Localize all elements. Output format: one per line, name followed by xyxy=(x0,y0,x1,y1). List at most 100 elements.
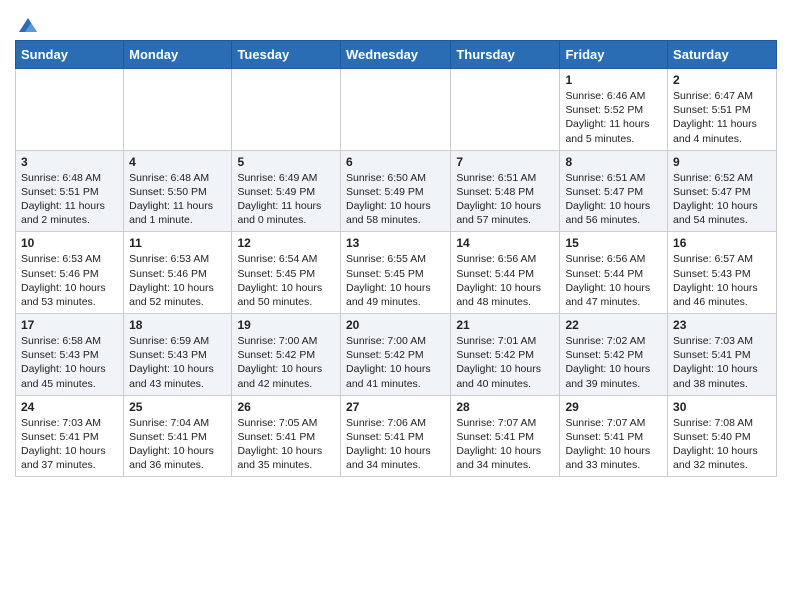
day-info: Sunrise: 6:53 AM Sunset: 5:46 PM Dayligh… xyxy=(129,252,226,309)
day-info: Sunrise: 6:51 AM Sunset: 5:48 PM Dayligh… xyxy=(456,171,554,228)
day-info: Sunrise: 7:01 AM Sunset: 5:42 PM Dayligh… xyxy=(456,334,554,391)
day-number: 15 xyxy=(565,236,662,250)
day-number: 9 xyxy=(673,155,771,169)
calendar-cell: 16 Sunrise: 6:57 AM Sunset: 5:43 PM Dayli… xyxy=(668,232,777,314)
calendar-cell: 27 Sunrise: 7:06 AM Sunset: 5:41 PM Dayli… xyxy=(340,395,450,477)
day-of-week-header: Thursday xyxy=(451,41,560,69)
day-info: Sunrise: 7:00 AM Sunset: 5:42 PM Dayligh… xyxy=(237,334,335,391)
calendar-cell xyxy=(340,69,450,151)
day-number: 14 xyxy=(456,236,554,250)
day-of-week-header: Saturday xyxy=(668,41,777,69)
calendar-cell xyxy=(232,69,341,151)
day-info: Sunrise: 6:50 AM Sunset: 5:49 PM Dayligh… xyxy=(346,171,445,228)
calendar-cell: 23Sunrise: 7:03 AM Sunset: 5:41 PM Dayli… xyxy=(668,314,777,396)
day-info: Sunrise: 6:56 AM Sunset: 5:44 PM Dayligh… xyxy=(456,252,554,309)
day-number: 2 xyxy=(673,73,771,87)
day-info: Sunrise: 6:56 AM Sunset: 5:44 PM Dayligh… xyxy=(565,252,662,309)
day-number: 20 xyxy=(346,318,445,332)
day-number: 19 xyxy=(237,318,335,332)
day-info: Sunrise: 6:47 AM Sunset: 5:51 PM Dayligh… xyxy=(673,89,771,146)
calendar-cell: 5Sunrise: 6:49 AM Sunset: 5:49 PM Daylig… xyxy=(232,150,341,232)
day-number: 29 xyxy=(565,400,662,414)
calendar-cell xyxy=(124,69,232,151)
day-number: 10 xyxy=(21,236,118,250)
day-number: 30 xyxy=(673,400,771,414)
day-of-week-header: Wednesday xyxy=(340,41,450,69)
day-info: Sunrise: 7:04 AM Sunset: 5:41 PM Dayligh… xyxy=(129,416,226,473)
calendar-cell: 1 Sunrise: 6:46 AM Sunset: 5:52 PM Daylig… xyxy=(560,69,668,151)
calendar-cell: 13 Sunrise: 6:55 AM Sunset: 5:45 PM Dayli… xyxy=(340,232,450,314)
calendar-cell: 7 Sunrise: 6:51 AM Sunset: 5:48 PM Daylig… xyxy=(451,150,560,232)
day-info: Sunrise: 7:07 AM Sunset: 5:41 PM Dayligh… xyxy=(456,416,554,473)
day-info: Sunrise: 6:51 AM Sunset: 5:47 PM Dayligh… xyxy=(565,171,662,228)
day-number: 21 xyxy=(456,318,554,332)
day-info: Sunrise: 7:00 AM Sunset: 5:42 PM Dayligh… xyxy=(346,334,445,391)
calendar-cell: 17 Sunrise: 6:58 AM Sunset: 5:43 PM Dayli… xyxy=(16,314,124,396)
calendar-cell: 30 Sunrise: 7:08 AM Sunset: 5:40 PM Dayli… xyxy=(668,395,777,477)
logo xyxy=(15,14,39,32)
day-of-week-header: Tuesday xyxy=(232,41,341,69)
day-info: Sunrise: 6:57 AM Sunset: 5:43 PM Dayligh… xyxy=(673,252,771,309)
header xyxy=(15,10,777,32)
calendar-cell: 26 Sunrise: 7:05 AM Sunset: 5:41 PM Dayli… xyxy=(232,395,341,477)
day-info: Sunrise: 6:52 AM Sunset: 5:47 PM Dayligh… xyxy=(673,171,771,228)
day-number: 1 xyxy=(565,73,662,87)
calendar-cell: 3 Sunrise: 6:48 AM Sunset: 5:51 PM Daylig… xyxy=(16,150,124,232)
logo-icon xyxy=(17,14,39,36)
calendar-cell: 21 Sunrise: 7:01 AM Sunset: 5:42 PM Dayli… xyxy=(451,314,560,396)
calendar-header-row: SundayMondayTuesdayWednesdayThursdayFrid… xyxy=(16,41,777,69)
calendar-cell: 4Sunrise: 6:48 AM Sunset: 5:50 PM Daylig… xyxy=(124,150,232,232)
day-number: 12 xyxy=(237,236,335,250)
calendar-cell: 18 Sunrise: 6:59 AM Sunset: 5:43 PM Dayli… xyxy=(124,314,232,396)
calendar-cell: 6Sunrise: 6:50 AM Sunset: 5:49 PM Daylig… xyxy=(340,150,450,232)
calendar-cell: 29 Sunrise: 7:07 AM Sunset: 5:41 PM Dayli… xyxy=(560,395,668,477)
day-info: Sunrise: 7:03 AM Sunset: 5:41 PM Dayligh… xyxy=(673,334,771,391)
day-info: Sunrise: 6:55 AM Sunset: 5:45 PM Dayligh… xyxy=(346,252,445,309)
calendar-cell: 8 Sunrise: 6:51 AM Sunset: 5:47 PM Daylig… xyxy=(560,150,668,232)
day-info: Sunrise: 7:06 AM Sunset: 5:41 PM Dayligh… xyxy=(346,416,445,473)
calendar-cell: 19 Sunrise: 7:00 AM Sunset: 5:42 PM Dayli… xyxy=(232,314,341,396)
calendar-cell: 9 Sunrise: 6:52 AM Sunset: 5:47 PM Daylig… xyxy=(668,150,777,232)
calendar-cell: 12 Sunrise: 6:54 AM Sunset: 5:45 PM Dayli… xyxy=(232,232,341,314)
calendar-week-row: 24 Sunrise: 7:03 AM Sunset: 5:41 PM Dayli… xyxy=(16,395,777,477)
day-number: 18 xyxy=(129,318,226,332)
day-info: Sunrise: 6:58 AM Sunset: 5:43 PM Dayligh… xyxy=(21,334,118,391)
day-number: 28 xyxy=(456,400,554,414)
day-number: 11 xyxy=(129,236,226,250)
calendar-cell: 11 Sunrise: 6:53 AM Sunset: 5:46 PM Dayli… xyxy=(124,232,232,314)
day-number: 27 xyxy=(346,400,445,414)
day-number: 17 xyxy=(21,318,118,332)
day-number: 3 xyxy=(21,155,118,169)
calendar-week-row: 10 Sunrise: 6:53 AM Sunset: 5:46 PM Dayli… xyxy=(16,232,777,314)
day-number: 24 xyxy=(21,400,118,414)
day-number: 16 xyxy=(673,236,771,250)
calendar-week-row: 17 Sunrise: 6:58 AM Sunset: 5:43 PM Dayli… xyxy=(16,314,777,396)
day-of-week-header: Monday xyxy=(124,41,232,69)
calendar-cell: 10 Sunrise: 6:53 AM Sunset: 5:46 PM Dayli… xyxy=(16,232,124,314)
day-info: Sunrise: 7:05 AM Sunset: 5:41 PM Dayligh… xyxy=(237,416,335,473)
day-number: 5 xyxy=(237,155,335,169)
day-info: Sunrise: 6:53 AM Sunset: 5:46 PM Dayligh… xyxy=(21,252,118,309)
calendar-cell xyxy=(451,69,560,151)
day-info: Sunrise: 7:08 AM Sunset: 5:40 PM Dayligh… xyxy=(673,416,771,473)
day-info: Sunrise: 7:03 AM Sunset: 5:41 PM Dayligh… xyxy=(21,416,118,473)
day-info: Sunrise: 6:54 AM Sunset: 5:45 PM Dayligh… xyxy=(237,252,335,309)
day-info: Sunrise: 6:48 AM Sunset: 5:50 PM Dayligh… xyxy=(129,171,226,228)
day-info: Sunrise: 7:02 AM Sunset: 5:42 PM Dayligh… xyxy=(565,334,662,391)
page: SundayMondayTuesdayWednesdayThursdayFrid… xyxy=(0,0,792,492)
calendar-cell: 2 Sunrise: 6:47 AM Sunset: 5:51 PM Daylig… xyxy=(668,69,777,151)
day-info: Sunrise: 6:46 AM Sunset: 5:52 PM Dayligh… xyxy=(565,89,662,146)
day-number: 25 xyxy=(129,400,226,414)
day-info: Sunrise: 6:48 AM Sunset: 5:51 PM Dayligh… xyxy=(21,171,118,228)
day-info: Sunrise: 6:59 AM Sunset: 5:43 PM Dayligh… xyxy=(129,334,226,391)
day-number: 7 xyxy=(456,155,554,169)
calendar-cell: 22Sunrise: 7:02 AM Sunset: 5:42 PM Dayli… xyxy=(560,314,668,396)
day-info: Sunrise: 7:07 AM Sunset: 5:41 PM Dayligh… xyxy=(565,416,662,473)
day-number: 8 xyxy=(565,155,662,169)
calendar-cell: 28 Sunrise: 7:07 AM Sunset: 5:41 PM Dayli… xyxy=(451,395,560,477)
calendar-cell: 20 Sunrise: 7:00 AM Sunset: 5:42 PM Dayli… xyxy=(340,314,450,396)
calendar-cell xyxy=(16,69,124,151)
calendar-cell: 24 Sunrise: 7:03 AM Sunset: 5:41 PM Dayli… xyxy=(16,395,124,477)
day-number: 26 xyxy=(237,400,335,414)
day-number: 13 xyxy=(346,236,445,250)
